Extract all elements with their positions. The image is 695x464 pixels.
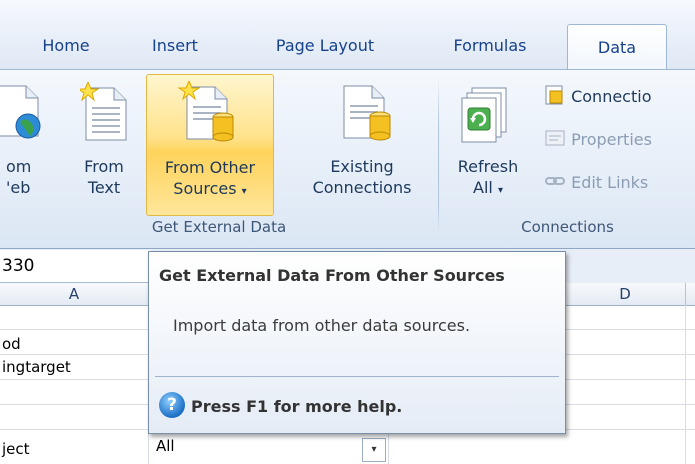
chevron-down-icon: ▾ (371, 444, 377, 455)
existing-connections-button[interactable]: Existing Connections (292, 74, 432, 214)
tab-formulas[interactable]: Formulas (437, 32, 543, 68)
tab-page-layout[interactable]: Page Layout (257, 32, 393, 68)
from-web-label-line1: om (6, 157, 32, 176)
refresh-all-button[interactable]: Refresh All ▾ (448, 74, 528, 214)
existing-label-line2: Connections (312, 178, 412, 197)
column-header-d[interactable]: D (565, 283, 686, 306)
from-other-label-line2: Sources (173, 179, 237, 198)
from-web-label-line2: 'eb (6, 178, 31, 197)
properties-button[interactable]: Properties (544, 127, 652, 153)
connections-group-label: Connections (521, 218, 614, 236)
properties-label: Properties (571, 130, 652, 149)
ribbon-tab-bar: Home Insert Page Layout Formulas Data (0, 0, 695, 71)
tooltip: Get External Data From Other Sources Imp… (148, 251, 566, 434)
table-row[interactable]: ject All ▾ (0, 430, 695, 464)
link-chain-icon (545, 177, 565, 185)
chevron-down-icon: ▾ (497, 185, 503, 196)
group-separator (438, 76, 439, 236)
edit-links-label: Edit Links (571, 173, 649, 192)
connections-icon (545, 85, 563, 105)
refresh-label-line2: All (473, 178, 493, 197)
from-text-label-line1: From (84, 157, 124, 176)
existing-label-line1: Existing (330, 157, 394, 176)
edit-links-button[interactable]: Edit Links (544, 170, 648, 196)
from-other-label-line2-wrap: Sources ▾ (147, 178, 273, 202)
web-page-icon (0, 85, 41, 139)
tooltip-title: Get External Data From Other Sources (159, 266, 505, 285)
other-sources-icon (177, 81, 234, 142)
text-file-icon (80, 82, 127, 141)
column-header-a[interactable]: A (0, 283, 149, 306)
filter-dropdown-button[interactable]: ▾ (362, 438, 386, 462)
from-text-button[interactable]: From Text (68, 74, 140, 214)
refresh-label-line1: Refresh (457, 157, 519, 176)
help-icon: ? (159, 392, 185, 418)
tab-data[interactable]: Data (567, 24, 667, 71)
chevron-down-icon: ▾ (241, 186, 247, 197)
tooltip-help-text: Press F1 for more help. (191, 397, 403, 416)
ribbon-panel: om 'eb From Text From Other Sources ▾ Ex… (0, 69, 695, 249)
get-external-data-group-label: Get External Data (151, 218, 287, 236)
refresh-label-line2-wrap: All ▾ (448, 177, 528, 201)
tab-home[interactable]: Home (34, 32, 98, 68)
name-box-value: 330 (2, 256, 35, 276)
existing-connections-icon (343, 85, 391, 141)
tab-insert[interactable]: Insert (142, 32, 208, 68)
tooltip-body: Import data from other data sources. (173, 316, 471, 335)
from-text-label-line2: Text (87, 178, 121, 197)
cell-a[interactable]: ject (2, 437, 30, 461)
from-web-button[interactable]: om 'eb (0, 74, 56, 214)
connections-label: Connectio (571, 87, 652, 106)
cell-a[interactable]: ingtarget (2, 355, 71, 379)
connections-button[interactable]: Connectio (544, 84, 651, 110)
properties-icon (545, 130, 565, 146)
cell-a[interactable]: od (2, 332, 21, 356)
tooltip-divider (155, 376, 559, 377)
from-other-sources-button[interactable]: From Other Sources ▾ (146, 74, 274, 216)
refresh-icon (461, 87, 507, 143)
from-other-label-line1: From Other (164, 158, 256, 177)
cell-b[interactable]: All (156, 434, 175, 458)
name-box[interactable]: 330 (0, 250, 150, 283)
column-header-e[interactable] (686, 283, 695, 306)
